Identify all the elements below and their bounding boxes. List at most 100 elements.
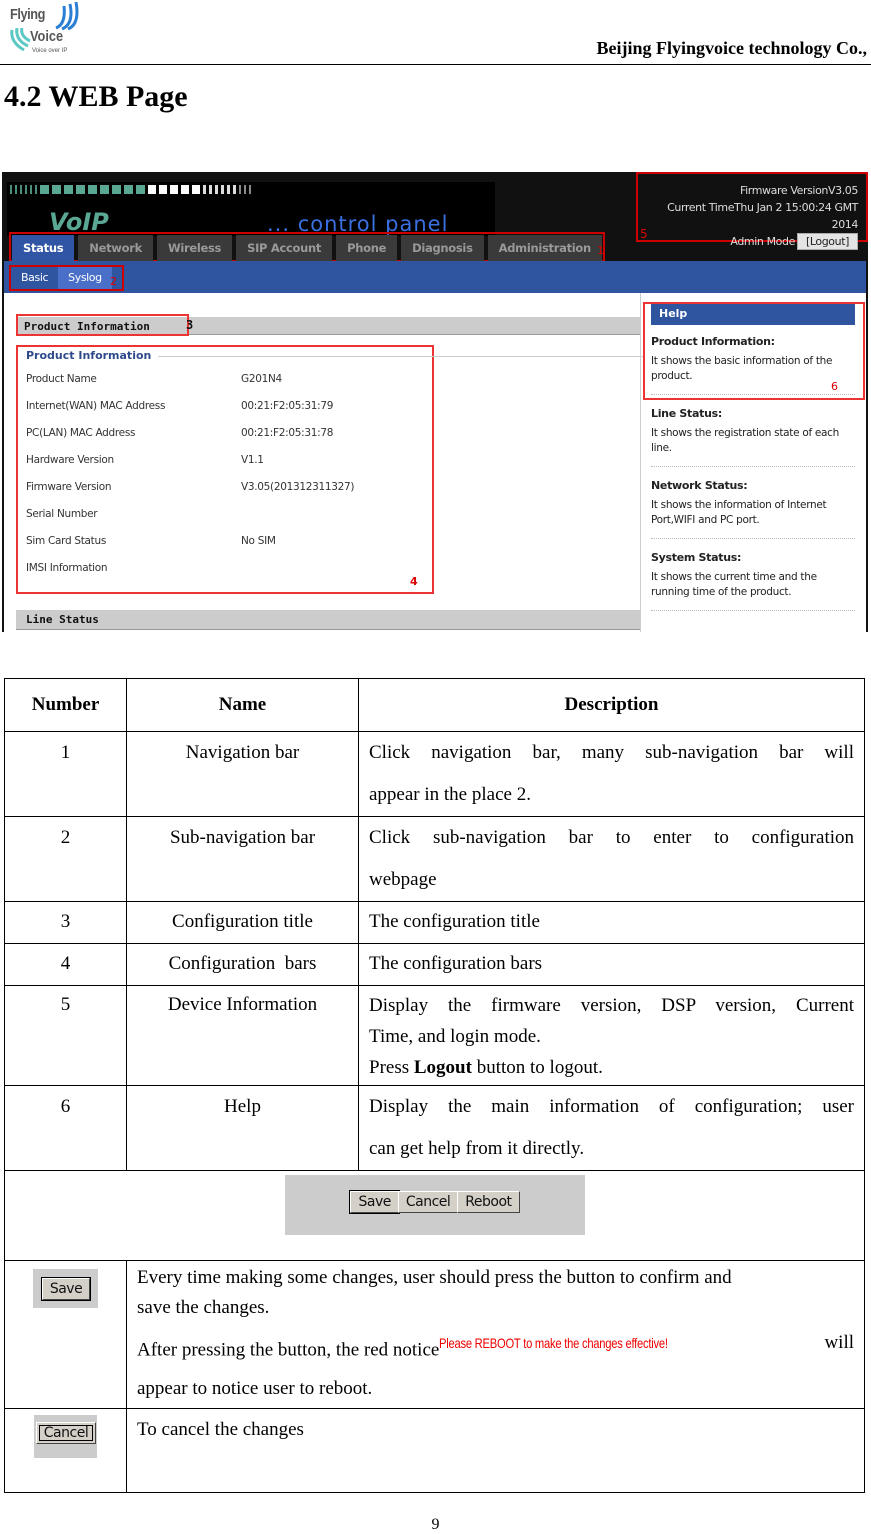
marker-2: 2 [110, 275, 117, 288]
nav-tab-administration[interactable]: Administration [487, 235, 602, 261]
save-button[interactable]: Save [349, 1190, 400, 1214]
config-row: Product Name G201N4 [26, 366, 432, 393]
help-panel: 6 Help Product Information: It shows the … [640, 293, 866, 632]
table-row: 1 Navigation bar Click navigation bar, m… [4, 731, 865, 817]
level-bar [136, 185, 145, 194]
firmware-version: Firmware VersionV3.05 [740, 184, 858, 197]
row-description: Display the firmware version, DSP versio… [358, 985, 865, 1086]
reboot-button[interactable]: Reboot [457, 1191, 520, 1213]
description-line: Click sub-navigation bar to enter to con… [369, 827, 854, 848]
level-bar [30, 185, 32, 194]
subnav-tab-basic[interactable]: Basic [11, 267, 58, 289]
help-item-title: Network Status: [651, 479, 748, 492]
row-number: 1 [4, 731, 127, 817]
table-row: 6 Help Display the main information of c… [4, 1085, 865, 1171]
level-bar [15, 185, 17, 194]
signal-waves-teal-icon [10, 28, 31, 52]
row-number: 4 [4, 943, 127, 986]
nav-tab-sip-account[interactable]: SIP Account [236, 235, 333, 261]
config-key: IMSI Information [26, 562, 108, 574]
help-item: Network Status: It shows the information … [651, 479, 855, 539]
help-item-description: It shows the registration state of each … [651, 427, 840, 454]
config-key: PC(LAN) MAC Address [26, 427, 136, 439]
table-row: 2 Sub-navigation bar Click sub-navigatio… [4, 816, 865, 902]
config-rows: Product Name G201N4 Internet(WAN) MAC Addr… [26, 366, 432, 582]
config-key: Sim Card Status [26, 535, 107, 547]
nav-tab-diagnosis[interactable]: Diagnosis [401, 235, 484, 261]
help-item: System Status: It shows the current time … [651, 551, 855, 611]
help-item-description: It shows the information of Internet Por… [651, 499, 827, 526]
web-ui-screenshot: VoIP ... control panel Firmware VersionV… [2, 172, 868, 632]
row-description: Click sub-navigation bar to enter to con… [358, 816, 865, 902]
description-line: Time, and login mode. [369, 1026, 541, 1047]
text: button to logout. [471, 1057, 603, 1078]
marker-3: 3 [186, 318, 194, 332]
header-name: Name [126, 678, 359, 732]
control-panel-banner: VoIP ... control panel [7, 182, 495, 236]
config-key: Serial Number [26, 508, 98, 520]
cancel-button[interactable]: Cancel [397, 1191, 459, 1213]
subnav-tab-syslog[interactable]: Syslog [58, 267, 112, 289]
cancel-button[interactable]: Cancel [35, 1422, 97, 1445]
nav-tab-network[interactable]: Network [78, 235, 153, 261]
row-name: Sub-navigation bar [126, 816, 359, 902]
level-bar [181, 185, 189, 194]
decorative-level-bars [10, 185, 251, 194]
level-bar [25, 185, 27, 194]
reboot-notice: Please REBOOT to make the changes effect… [439, 1335, 669, 1351]
page-header: Flying Voice Voice over IP Beijing Flyin… [0, 0, 871, 65]
nav-tab-status[interactable]: Status [12, 235, 75, 261]
config-key: Hardware Version [26, 454, 114, 466]
marker-5: 5 [640, 227, 648, 241]
config-key: Internet(WAN) MAC Address [26, 400, 166, 412]
config-row: Sim Card Status No SIM [26, 528, 432, 555]
login-mode: Admin Mode [730, 235, 795, 248]
row-name: Configuration title [126, 901, 359, 944]
row-description: Click navigation bar, many sub-navigatio… [358, 731, 865, 817]
table-row: 5 Device Information Display the firmwar… [4, 985, 865, 1086]
nav-tab-phone[interactable]: Phone [336, 235, 398, 261]
table-row: 3 Configuration title The configuration … [4, 901, 865, 944]
row-description: The configuration title [358, 901, 865, 944]
row-name: Help [126, 1085, 359, 1171]
help-item-description: It shows the current time and the runnin… [651, 571, 817, 598]
cancel-icon-cell: Cancel [4, 1408, 127, 1494]
save-description: Every time making some changes, user sho… [126, 1259, 865, 1410]
content-area: Product Information 3 Product Informatio… [4, 293, 866, 632]
level-bar [209, 185, 212, 194]
level-bar [76, 185, 85, 194]
header-number: Number [4, 678, 127, 732]
level-bar [239, 185, 241, 194]
config-key: Firmware Version [26, 481, 112, 493]
config-value: 00:21:F2:05:31:79 [241, 400, 334, 412]
description-line: Display the main information of configur… [369, 1096, 854, 1117]
logo-text-flying: Flying [10, 6, 45, 23]
level-bar [35, 185, 37, 194]
description-line: After pressing the button, the red notic… [137, 1323, 854, 1370]
level-bar [203, 185, 206, 194]
description-line: appear in the place 2. [369, 784, 531, 805]
company-name: Beijing Flyingvoice technology Co., [596, 38, 867, 58]
help-highlight: 6 [643, 302, 865, 400]
configuration-title: Product Information 3 [16, 314, 640, 336]
config-value: 00:21:F2:05:31:78 [241, 427, 334, 439]
logo-tagline: Voice over IP [32, 48, 68, 54]
level-bar [192, 185, 200, 194]
row-number: 5 [4, 985, 127, 1086]
config-row: Hardware Version V1.1 [26, 447, 432, 474]
text: will [824, 1332, 854, 1353]
save-button-image: Save [32, 1269, 99, 1308]
logout-keyword: Logout [413, 1057, 472, 1078]
description-line: webpage [369, 869, 437, 890]
nav-tab-wireless[interactable]: Wireless [156, 235, 233, 261]
save-button[interactable]: Save [40, 1277, 92, 1301]
logout-button[interactable]: [Logout] [796, 233, 858, 250]
level-bar [40, 185, 49, 194]
sub-navigation-highlight: Basic Syslog 2 [9, 265, 124, 291]
button-bar-image: Save Cancel Reboot [284, 1175, 585, 1235]
help-item: Line Status: It shows the registration st… [651, 407, 855, 467]
configuration-title-highlight [16, 314, 189, 336]
level-bar [170, 185, 178, 194]
level-bar [52, 185, 61, 194]
level-bar [215, 185, 218, 194]
